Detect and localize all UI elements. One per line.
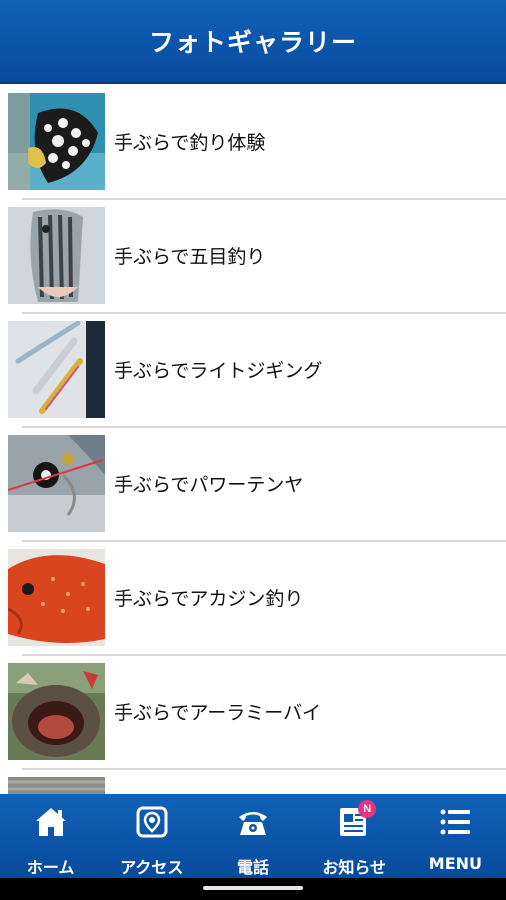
menu-icon bbox=[437, 804, 473, 840]
home-icon bbox=[33, 804, 69, 840]
app-header: フォトギャラリー bbox=[0, 0, 506, 84]
gallery-item[interactable]: 手ぶらでパワーテンヤ bbox=[0, 428, 506, 542]
gallery-item[interactable] bbox=[0, 770, 506, 794]
tab-label: ホーム bbox=[26, 858, 75, 877]
tab-access[interactable]: アクセス bbox=[101, 794, 202, 878]
tab-phone[interactable]: 電話 bbox=[202, 794, 303, 878]
gallery-item[interactable]: 手ぶらでアカジン釣り bbox=[0, 542, 506, 656]
tab-label: MENU bbox=[428, 854, 483, 873]
gallery-item[interactable]: 手ぶらで五目釣り bbox=[0, 200, 506, 314]
tab-news[interactable]: N お知らせ bbox=[304, 794, 405, 878]
gallery-item-label: 手ぶらで五目釣り bbox=[114, 245, 266, 268]
gallery-item[interactable]: 手ぶらで釣り体験 bbox=[0, 86, 506, 200]
home-indicator[interactable] bbox=[203, 886, 303, 890]
page-title: フォトギャラリー bbox=[148, 28, 357, 57]
red-grouper-photo bbox=[8, 549, 105, 646]
jig-lures-photo bbox=[8, 321, 105, 418]
notification-badge: N bbox=[358, 800, 377, 818]
gallery-list[interactable]: 手ぶらで釣り体験 手ぶらで五目釣り 手ぶらでライトジギング 手ぶらでパワーテンヤ… bbox=[0, 86, 506, 794]
striped-fish-photo bbox=[8, 207, 105, 304]
gallery-item-label: 手ぶらでライトジギング bbox=[114, 359, 323, 382]
map-pin-icon bbox=[134, 804, 170, 840]
tab-label: お知らせ bbox=[322, 858, 387, 877]
gallery-item-label: 手ぶらでアカジン釣り bbox=[114, 587, 304, 610]
gallery-item-label: 手ぶらで釣り体験 bbox=[114, 131, 266, 154]
tab-menu[interactable]: MENU bbox=[405, 794, 506, 878]
gallery-item[interactable]: 手ぶらでライトジギング bbox=[0, 314, 506, 428]
gallery-item[interactable]: 手ぶらでアーラミーバイ bbox=[0, 656, 506, 770]
grouper-mouth-photo bbox=[8, 663, 105, 760]
gallery-item-label: 手ぶらでアーラミーバイ bbox=[114, 701, 322, 724]
gallery-item-label: 手ぶらでパワーテンヤ bbox=[114, 473, 304, 496]
tab-home[interactable]: ホーム bbox=[0, 794, 101, 878]
triggerfish-photo bbox=[8, 93, 105, 190]
phone-icon bbox=[235, 804, 271, 840]
news-icon: N bbox=[336, 800, 377, 840]
fishing-reel-photo bbox=[8, 435, 105, 532]
partial-photo bbox=[8, 777, 105, 794]
system-nav-bar bbox=[0, 878, 506, 900]
tab-label: アクセス bbox=[120, 858, 184, 877]
tab-label: 電話 bbox=[237, 858, 270, 877]
bottom-tab-bar: ホーム アクセス 電話 N お知らせ MENU bbox=[0, 794, 506, 878]
